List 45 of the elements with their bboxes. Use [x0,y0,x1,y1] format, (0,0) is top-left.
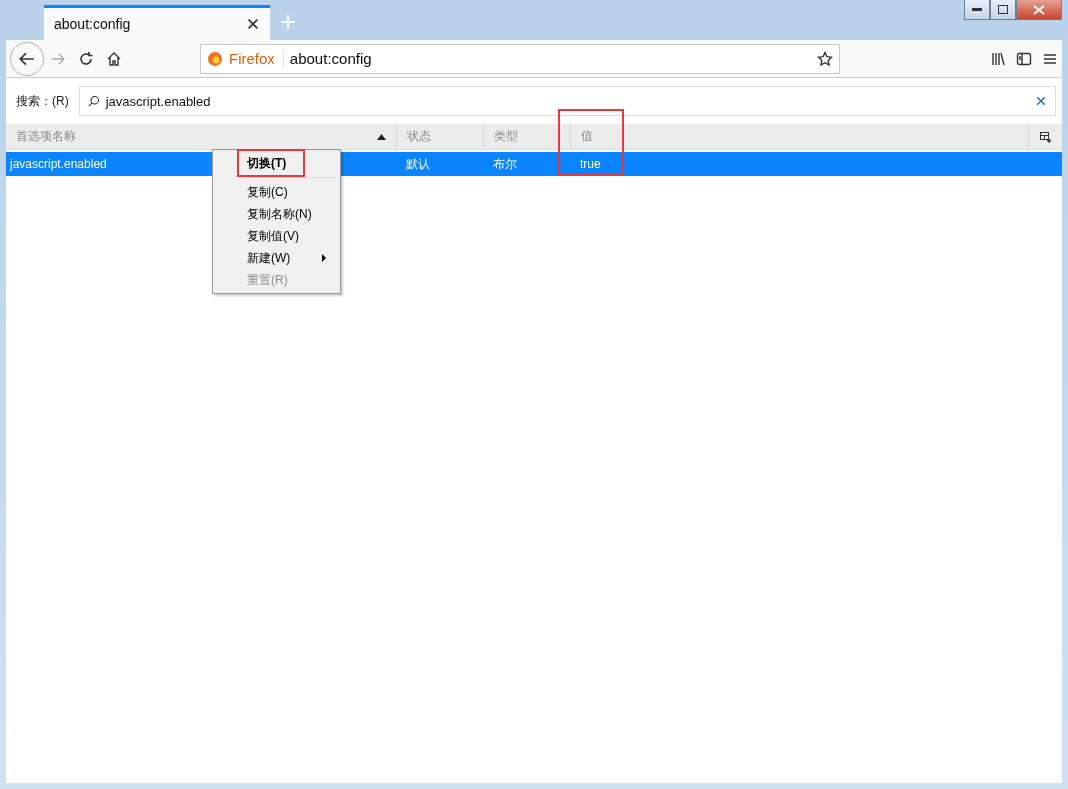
table-cell: javascript.enabled [10,157,107,171]
menu-item[interactable]: 复制值(V) [215,225,338,247]
reload-icon [78,50,94,67]
maximize-button[interactable] [990,0,1016,20]
submenu-arrow-icon [322,254,326,262]
menu-item-label: 重置(R) [247,271,288,289]
search-value: javascript.enabled [105,93,212,109]
menu-item-label: 复制值(V) [247,227,299,245]
menu-item[interactable]: 切换(T) [215,152,338,174]
menu-item-label: 复制名称(N) [247,205,312,223]
close-icon[interactable] [246,17,260,31]
menu-item[interactable]: 复制名称(N) [215,203,338,225]
menu-item[interactable]: 新建(W) [215,247,338,269]
identity-label: Firefox [229,50,284,67]
menu-item[interactable]: 复制(C) [215,181,338,203]
table-cell: true [580,157,601,171]
tab-title: about:config [54,16,131,32]
menu-item-label: 复制(C) [247,183,288,201]
column-title: 类型 [494,128,518,145]
sidebar-icon[interactable] [1016,50,1032,67]
table-cell: 布尔 [493,155,517,173]
close-icon [1033,4,1045,15]
column-picker-icon [1039,130,1051,143]
search-label: 搜索：(R) [16,92,69,110]
close-button[interactable] [1016,0,1062,20]
column-title: 状态 [407,128,431,145]
column-title: 首选项名称 [16,128,76,145]
home-icon[interactable] [106,50,122,67]
back-button[interactable] [10,41,44,76]
url-text: about:config [289,50,373,67]
menu-item-label: 新建(W) [247,249,291,267]
search-field[interactable]: javascript.enabled [78,86,1056,116]
browser-logo-icon [207,50,223,67]
menu-item-label: 切换(T) [247,154,287,172]
search-icon [87,95,100,107]
star-icon[interactable] [817,50,833,67]
minimize-icon [972,7,982,12]
table-cell: 默认 [406,155,430,173]
column-title: 值 [581,128,593,145]
browser-tab[interactable]: about:config [44,5,270,40]
clear-icon[interactable] [1035,95,1047,107]
maximize-icon [998,5,1008,14]
minimize-button[interactable] [964,0,990,20]
library-icon[interactable] [990,50,1006,67]
address-bar[interactable]: Firefox about:config [200,43,840,74]
